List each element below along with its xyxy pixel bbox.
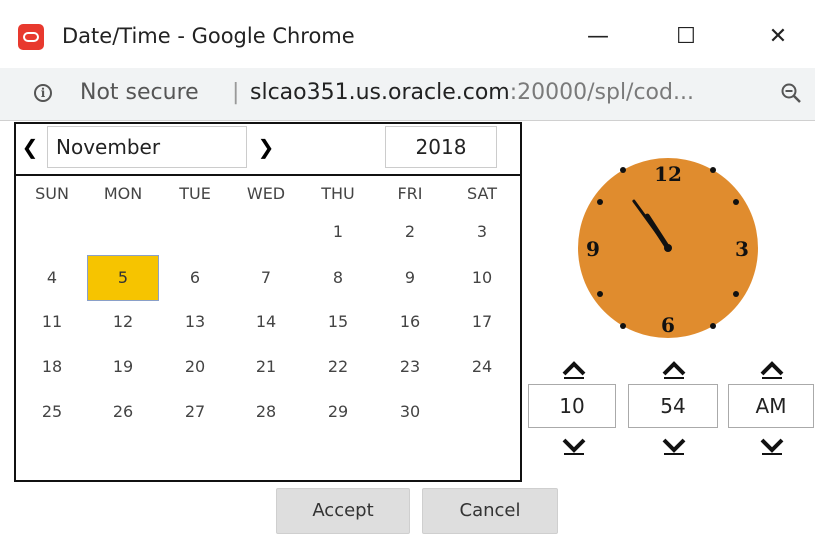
minute-down-icon[interactable] [660,434,688,456]
minute-up-icon[interactable] [660,358,688,380]
calendar-day[interactable]: 21 [236,355,296,379]
address-bar: i Not secure | slcao351.us.oracle.com:20… [0,68,815,121]
calendar-day[interactable]: 29 [308,400,368,424]
url-text[interactable]: slcao351.us.oracle.com:20000/spl/cod... [250,80,694,105]
calendar-day[interactable]: 25 [22,400,82,424]
calendar-day[interactable]: 27 [165,400,225,424]
calendar-day[interactable]: 16 [380,310,440,334]
weekday-header: FRI [397,184,423,203]
close-button[interactable]: ✕ [748,14,808,58]
clock-numeral-12: 12 [654,162,682,186]
weekday-header: WED [246,184,286,203]
weekday-header: MON [103,184,143,203]
calendar-day[interactable]: 26 [93,400,153,424]
weekday-header: SAT [467,184,497,203]
minute-field[interactable]: 54 [628,384,718,428]
url-rest: :20000/spl/cod... [509,80,694,105]
oracle-icon [18,24,44,50]
previous-month-button[interactable]: ❮ [18,134,42,160]
url-host: slcao351.us.oracle.com [250,80,510,105]
address-separator: | [232,80,240,105]
zoom-out-icon[interactable] [780,82,802,104]
next-month-button[interactable]: ❯ [254,134,278,160]
calendar-day[interactable]: 4 [22,266,82,290]
ampm-up-icon[interactable] [758,358,786,380]
ampm-down-icon[interactable] [758,434,786,456]
calendar-day[interactable]: 9 [380,266,440,290]
calendar-day[interactable]: 3 [452,220,512,244]
calendar-day[interactable]: 22 [308,355,368,379]
calendar-day[interactable]: 28 [236,400,296,424]
cancel-button[interactable]: Cancel [422,488,558,534]
weekday-header: THU [321,184,355,203]
weekday-header: SUN [35,184,69,203]
clock-numeral-3: 3 [735,237,749,261]
calendar-day[interactable]: 24 [452,355,512,379]
calendar-day[interactable]: 20 [165,355,225,379]
calendar-day[interactable]: 12 [93,310,153,334]
analog-clock: 12 3 6 9 [578,158,758,338]
hour-down-icon[interactable] [560,434,588,456]
calendar-day[interactable]: 13 [165,310,225,334]
calendar-day[interactable]: 11 [22,310,82,334]
month-field[interactable]: November [47,126,247,168]
window-title: Date/Time - Google Chrome [62,24,355,48]
calendar-day[interactable]: 17 [452,310,512,334]
calendar-day[interactable]: 8 [308,266,368,290]
security-status[interactable]: Not secure [80,80,199,105]
calendar-day[interactable]: 18 [22,355,82,379]
selected-day[interactable]: 5 [87,255,159,301]
minimize-button[interactable]: — [568,14,628,58]
calendar-day[interactable]: 23 [380,355,440,379]
clock-center [664,244,672,252]
calendar-day[interactable]: 7 [236,266,296,290]
year-field[interactable]: 2018 [385,126,497,168]
clock-numeral-9: 9 [586,237,600,261]
calendar-day[interactable]: 15 [308,310,368,334]
calendar-day[interactable]: 30 [380,400,440,424]
calendar-day[interactable]: 19 [93,355,153,379]
calendar-day[interactable]: 1 [308,220,368,244]
ampm-field[interactable]: AM [728,384,814,428]
accept-button[interactable]: Accept [276,488,410,534]
maximize-button[interactable]: ☐ [656,14,716,58]
hour-field[interactable]: 10 [528,384,616,428]
info-icon[interactable]: i [34,84,52,102]
calendar-day[interactable]: 6 [165,266,225,290]
hour-up-icon[interactable] [560,358,588,380]
calendar-day[interactable]: 2 [380,220,440,244]
title-bar: Date/Time - Google Chrome — ☐ ✕ [0,0,815,68]
clock-numeral-6: 6 [661,313,675,337]
calendar-day[interactable]: 10 [452,266,512,290]
calendar-day[interactable]: 14 [236,310,296,334]
weekday-header: TUE [179,184,211,203]
